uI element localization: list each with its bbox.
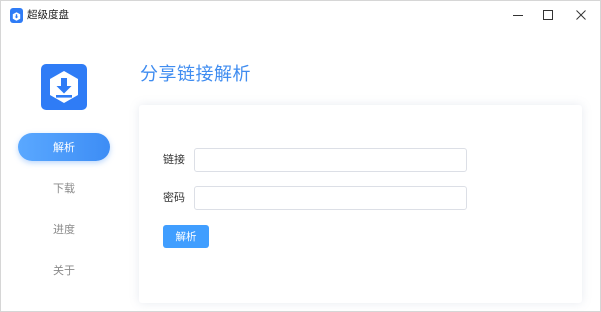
download-shield-icon (41, 64, 87, 110)
page-title: 分享链接解析 (140, 64, 251, 85)
maximize-icon (543, 10, 553, 20)
sidebar-item-label: 关于 (53, 264, 75, 277)
app-window: 超级度盘 解析 下载 进度 关于 分享链接解析 链接 密码 解析 (0, 0, 601, 312)
sidebar-item-progress[interactable]: 进度 (18, 215, 110, 243)
app-logo-icon (10, 8, 23, 23)
maximize-button[interactable] (533, 3, 563, 27)
password-input[interactable] (194, 186, 467, 210)
close-button[interactable] (566, 3, 596, 27)
close-icon (576, 10, 586, 20)
sidebar-item-label: 解析 (53, 141, 75, 154)
title-bar: 超级度盘 (1, 1, 600, 31)
sidebar-item-label: 进度 (53, 223, 75, 236)
sidebar-item-download[interactable]: 下载 (18, 174, 110, 202)
parse-button[interactable]: 解析 (163, 225, 209, 248)
parse-button-label: 解析 (175, 231, 197, 243)
sidebar-item-parse[interactable]: 解析 (18, 133, 110, 161)
minimize-button[interactable] (503, 3, 533, 27)
sidebar-item-label: 下载 (53, 182, 75, 195)
minimize-icon (513, 15, 523, 16)
link-label: 链接 (163, 153, 185, 166)
sidebar-item-about[interactable]: 关于 (18, 256, 110, 284)
password-label: 密码 (163, 191, 185, 204)
window-title: 超级度盘 (27, 9, 69, 21)
link-input[interactable] (194, 148, 467, 172)
